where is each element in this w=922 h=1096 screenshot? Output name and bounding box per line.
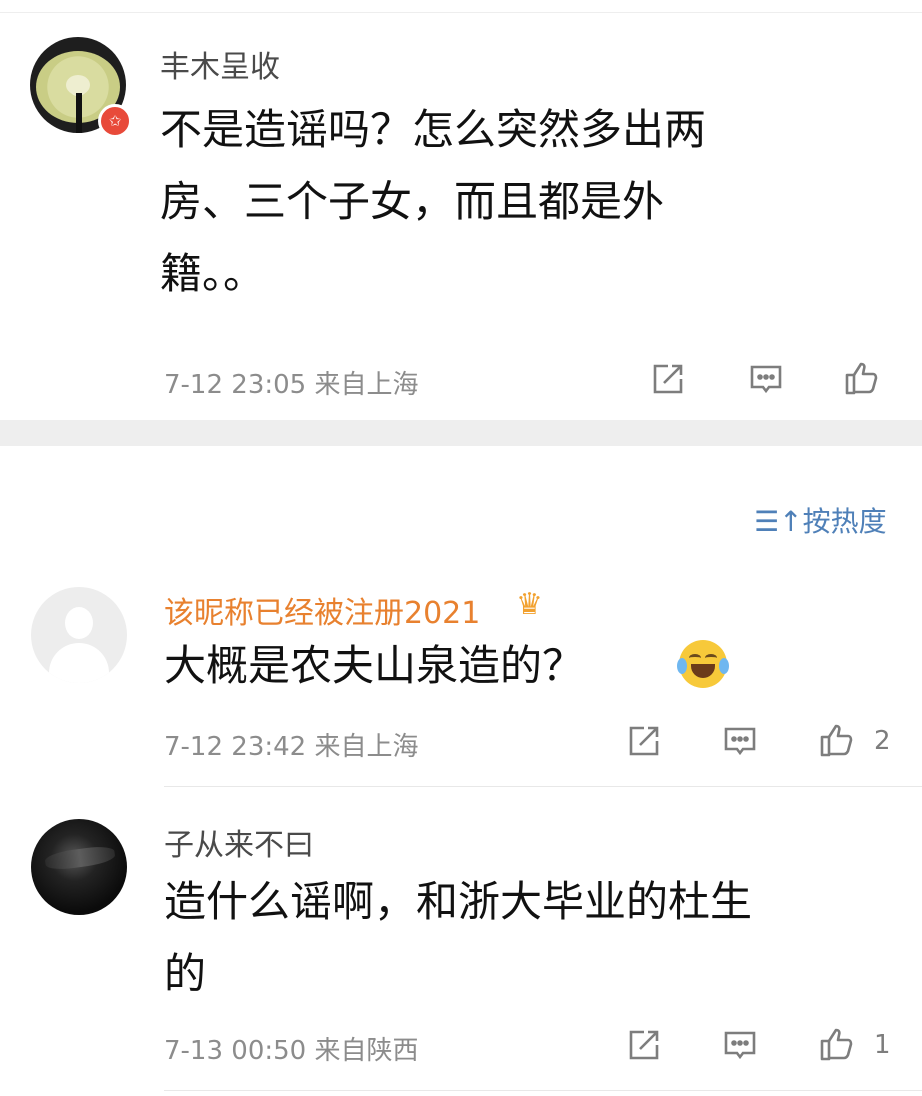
- comment-line: 籍。。: [160, 249, 266, 298]
- username[interactable]: 子从来不曰: [164, 820, 314, 864]
- timestamp: 7-12 23:05: [164, 370, 307, 400]
- section-separator: [0, 420, 922, 446]
- divider: [164, 786, 922, 787]
- share-icon[interactable]: [650, 361, 686, 397]
- like-icon[interactable]: [818, 1026, 854, 1062]
- comment-line: 的: [164, 949, 207, 998]
- crown-icon: ♛: [516, 587, 543, 622]
- comment-text: 造什么谣啊，和浙大毕业的杜生 的: [164, 866, 752, 1010]
- star-badge-icon: ✩: [98, 104, 132, 138]
- comment-icon[interactable]: [722, 1027, 758, 1063]
- avatar[interactable]: [31, 819, 127, 915]
- top-edge: [0, 0, 922, 13]
- comment-icon[interactable]: [748, 361, 784, 397]
- comment-meta: 7-12 23:05 来自上海: [164, 364, 418, 401]
- like-icon[interactable]: [818, 722, 854, 758]
- comment-line: 造什么谣啊，和浙大毕业的杜生: [164, 877, 753, 926]
- sort-label: 按热度: [802, 505, 887, 538]
- share-icon[interactable]: [626, 723, 662, 759]
- timestamp: 7-13 00:50: [164, 1036, 307, 1066]
- location: 来自上海: [314, 732, 419, 762]
- comment-line: 房、三个子女，而且都是外: [160, 177, 665, 226]
- share-icon[interactable]: [626, 1027, 662, 1063]
- timestamp: 7-12 23:42: [164, 732, 307, 762]
- username[interactable]: 该昵称已经被注册2021: [164, 588, 480, 632]
- comment-text: 大概是农夫山泉造的？: [164, 641, 585, 690]
- avatar[interactable]: [31, 587, 127, 683]
- laughing-crying-emoji: [677, 640, 729, 688]
- like-icon[interactable]: [843, 360, 879, 396]
- comment-icon[interactable]: [722, 723, 758, 759]
- like-count: 2: [874, 726, 891, 756]
- location: 来自陕西: [314, 1036, 419, 1066]
- comment-line: 不是造谣吗？怎么突然多出两: [160, 105, 707, 154]
- comment-text: 不是造谣吗？怎么突然多出两 房、三个子女，而且都是外 籍。。: [160, 94, 706, 310]
- sort-icon: ☰↑: [754, 505, 803, 538]
- comment-meta: 7-13 00:50 来自陕西: [164, 1030, 418, 1067]
- username[interactable]: 丰木呈收: [160, 42, 280, 86]
- comment-meta: 7-12 23:42 来自上海: [164, 726, 418, 763]
- like-count: 1: [874, 1030, 891, 1060]
- divider: [164, 1090, 922, 1091]
- sort-by-hot-button[interactable]: ☰↑按热度: [754, 500, 887, 540]
- location: 来自上海: [314, 370, 419, 400]
